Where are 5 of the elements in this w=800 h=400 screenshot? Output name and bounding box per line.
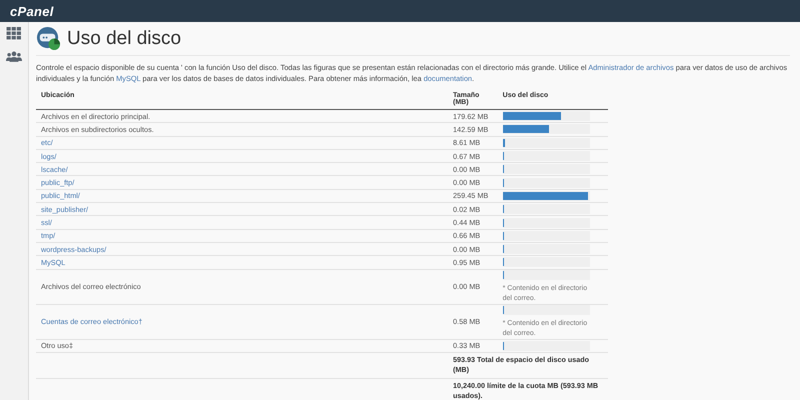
users-icon[interactable] [6, 50, 22, 63]
page-title: Uso del disco [67, 28, 182, 50]
disk-chart-icon [36, 26, 61, 51]
logo[interactable]: cPanel [10, 4, 54, 18]
grid-icon[interactable] [6, 27, 22, 40]
